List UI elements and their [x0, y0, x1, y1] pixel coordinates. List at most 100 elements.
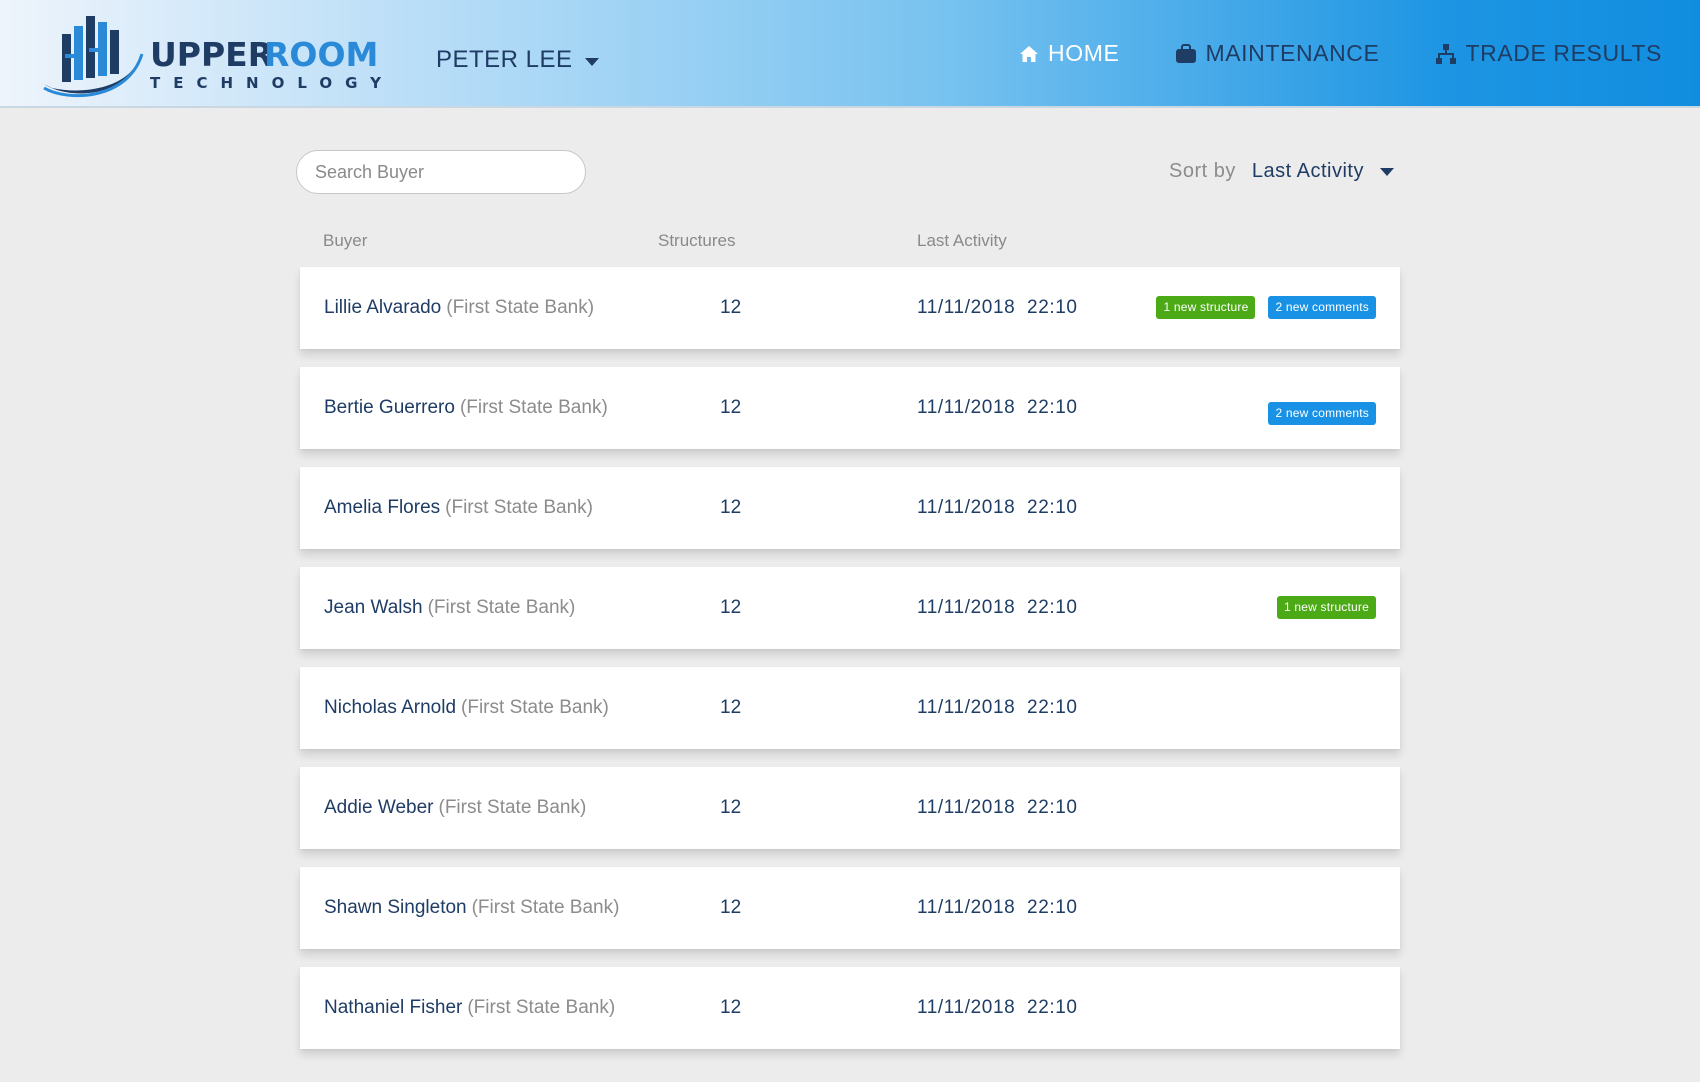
logo-building-mark: [43, 16, 144, 98]
structures-count: 12: [720, 297, 742, 318]
activity-date: 11/11/2018: [917, 297, 1016, 318]
nav-trade-results-label: TRADE RESULTS: [1465, 40, 1662, 66]
chevron-down-icon: [584, 57, 599, 66]
sitemap-icon: [1435, 43, 1457, 65]
new-structure-badge[interactable]: 1 new structure: [1276, 596, 1376, 619]
row-badges: 1 new structure 2 new comments: [1156, 296, 1376, 319]
column-header-buyer[interactable]: Buyer: [323, 231, 367, 251]
buyer-bank: (First State Bank): [467, 997, 616, 1018]
last-activity: 11/11/2018 22:10: [917, 467, 1078, 549]
last-activity: 11/11/2018 22:10: [917, 267, 1078, 349]
activity-time: 22:10: [1027, 897, 1078, 918]
briefcase-icon: [1175, 43, 1197, 65]
chevron-down-icon: [1380, 167, 1394, 176]
nav-home[interactable]: HOME: [1018, 40, 1119, 67]
logo-word-upper: UPPER: [150, 35, 273, 74]
search-buyer-input[interactable]: [296, 150, 586, 194]
sort-dropdown[interactable]: Last Activity: [1252, 160, 1394, 183]
buyer-name[interactable]: Jean Walsh: [324, 597, 423, 618]
last-activity: 11/11/2018 22:10: [917, 367, 1078, 449]
logo-tagline: TECHNOLOGY: [150, 74, 394, 92]
buyer-name[interactable]: Addie Weber: [324, 797, 434, 818]
new-comments-badge[interactable]: 2 new comments: [1268, 402, 1376, 425]
table-row[interactable]: Bertie Guerrero (First State Bank) 12 11/…: [300, 367, 1400, 449]
nav-maintenance-label: MAINTENANCE: [1205, 40, 1380, 66]
buyer-name[interactable]: Amelia Flores: [324, 497, 440, 518]
activity-date: 11/11/2018: [917, 397, 1016, 418]
activity-date: 11/11/2018: [917, 497, 1016, 518]
buyer-bank: (First State Bank): [446, 297, 595, 318]
buyer-cell: Lillie Alvarado (First State Bank): [324, 267, 594, 349]
structures-count: 12: [720, 597, 742, 618]
logo-word-room: ROOM: [264, 35, 378, 74]
buyer-cell: Amelia Flores (First State Bank): [324, 467, 593, 549]
top-header: UPPER ROOM TECHNOLOGY PETER LEE HOME MAI…: [0, 0, 1700, 108]
activity-time: 22:10: [1027, 697, 1078, 718]
buyer-bank: (First State Bank): [445, 497, 593, 518]
sort-control: Sort by Last Activity: [1169, 160, 1394, 183]
user-menu[interactable]: PETER LEE: [436, 44, 599, 76]
new-structure-badge[interactable]: 1 new structure: [1156, 296, 1256, 319]
column-header-last-activity[interactable]: Last Activity: [917, 231, 1007, 251]
buyer-bank: (First State Bank): [459, 397, 608, 418]
sort-value: Last Activity: [1251, 160, 1364, 182]
buyer-name[interactable]: Bertie Guerrero: [324, 397, 455, 418]
activity-date: 11/11/2018: [917, 597, 1016, 618]
structures-count: 12: [720, 997, 742, 1018]
nav-trade-results[interactable]: TRADE RESULTS: [1435, 40, 1662, 67]
buyer-cell: Nicholas Arnold (First State Bank): [324, 667, 609, 749]
table-row[interactable]: Jean Walsh (First State Bank) 12 11/11/20…: [300, 567, 1400, 649]
new-comments-badge[interactable]: 2 new comments: [1268, 296, 1376, 319]
row-badges: 2 new comments: [1268, 402, 1376, 425]
sort-label: Sort by: [1169, 160, 1236, 182]
buyer-bank: (First State Bank): [461, 697, 609, 718]
last-activity: 11/11/2018 22:10: [917, 667, 1078, 749]
structures-count: 12: [720, 697, 742, 718]
column-header-structures[interactable]: Structures: [658, 231, 735, 251]
activity-time: 22:10: [1027, 797, 1078, 818]
nav-maintenance[interactable]: MAINTENANCE: [1175, 40, 1379, 67]
buyer-name[interactable]: Nicholas Arnold: [324, 697, 456, 718]
table-row[interactable]: Amelia Flores (First State Bank) 12 11/11…: [300, 467, 1400, 549]
buyer-name[interactable]: Shawn Singleton: [324, 897, 467, 918]
activity-date: 11/11/2018: [917, 997, 1016, 1018]
buyer-cell: Bertie Guerrero (First State Bank): [324, 367, 608, 449]
last-activity: 11/11/2018 22:10: [917, 867, 1078, 949]
activity-time: 22:10: [1027, 997, 1078, 1018]
buyer-cell: Shawn Singleton (First State Bank): [324, 867, 619, 949]
row-badges: 1 new structure: [1276, 596, 1376, 619]
table-row[interactable]: Shawn Singleton (First State Bank) 12 11/…: [300, 867, 1400, 949]
upperroom-logo[interactable]: UPPER ROOM TECHNOLOGY: [38, 8, 398, 102]
activity-time: 22:10: [1027, 397, 1078, 418]
table-header: Buyer Structures Last Activity: [0, 231, 1700, 251]
structures-count: 12: [720, 897, 742, 918]
buyer-bank: (First State Bank): [471, 897, 620, 918]
table-row[interactable]: Lillie Alvarado (First State Bank) 12 11/…: [300, 267, 1400, 349]
table-row[interactable]: Addie Weber (First State Bank) 12 11/11/2…: [300, 767, 1400, 849]
table-row[interactable]: Nicholas Arnold (First State Bank) 12 11/…: [300, 667, 1400, 749]
buyer-list: Lillie Alvarado (First State Bank) 12 11/…: [300, 267, 1400, 1067]
home-icon: [1018, 43, 1040, 65]
activity-date: 11/11/2018: [917, 897, 1016, 918]
main-nav: HOME MAINTENANCE TRADE RESULTS: [1018, 40, 1662, 67]
last-activity: 11/11/2018 22:10: [917, 567, 1078, 649]
buyer-cell: Addie Weber (First State Bank): [324, 767, 586, 849]
buyer-bank: (First State Bank): [438, 797, 587, 818]
activity-time: 22:10: [1027, 597, 1078, 618]
table-row[interactable]: Nathaniel Fisher (First State Bank) 12 11…: [300, 967, 1400, 1049]
activity-time: 22:10: [1027, 497, 1078, 518]
buyer-name[interactable]: Lillie Alvarado: [324, 297, 441, 318]
buyer-name[interactable]: Nathaniel Fisher: [324, 997, 462, 1018]
buyer-cell: Jean Walsh (First State Bank): [324, 567, 575, 649]
structures-count: 12: [720, 797, 742, 818]
activity-date: 11/11/2018: [917, 697, 1016, 718]
buyer-bank: (First State Bank): [427, 597, 576, 618]
structures-count: 12: [720, 397, 742, 418]
user-name: PETER LEE: [436, 46, 573, 73]
buyer-cell: Nathaniel Fisher (First State Bank): [324, 967, 615, 1049]
last-activity: 11/11/2018 22:10: [917, 767, 1078, 849]
activity-date: 11/11/2018: [917, 797, 1016, 818]
last-activity: 11/11/2018 22:10: [917, 967, 1078, 1049]
nav-home-label: HOME: [1048, 40, 1120, 66]
activity-time: 22:10: [1027, 297, 1078, 318]
